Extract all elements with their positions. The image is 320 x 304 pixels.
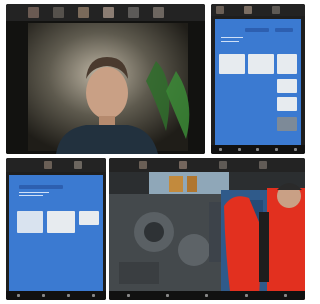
- webcam-video-panel: [6, 4, 205, 154]
- participant-thumbnail[interactable]: [219, 161, 227, 169]
- slide-card: [219, 54, 245, 74]
- participant-thumbnail[interactable]: [272, 6, 280, 14]
- webcam-video: [6, 21, 205, 154]
- participant-thumbnail[interactable]: [139, 161, 147, 169]
- participant-strip: [211, 4, 305, 16]
- participant-thumbnail[interactable]: [153, 7, 164, 18]
- slide-card: [277, 54, 297, 74]
- participant-thumbnail[interactable]: [244, 6, 252, 14]
- slide: [215, 19, 301, 147]
- slide-card: [248, 54, 274, 74]
- participant-thumbnail[interactable]: [74, 161, 82, 169]
- control-bar: [211, 145, 305, 154]
- slide-card: [277, 117, 297, 131]
- shared-slides-panel-top-right: [211, 4, 305, 154]
- participant-thumbnail[interactable]: [216, 6, 224, 14]
- participant-thumbnail[interactable]: [103, 7, 114, 18]
- control-bar: [109, 291, 305, 300]
- participant-strip: [109, 158, 305, 172]
- slide-card: [277, 79, 297, 93]
- participant-thumbnail[interactable]: [53, 7, 64, 18]
- participant-strip: [6, 4, 205, 21]
- slide-card: [47, 211, 75, 233]
- engine-video: [109, 172, 305, 300]
- participant-strip: [6, 158, 106, 172]
- participant-thumbnail[interactable]: [128, 7, 139, 18]
- slide-card: [79, 211, 99, 225]
- participant-thumbnail[interactable]: [44, 161, 52, 169]
- participant-thumbnail[interactable]: [28, 7, 39, 18]
- shared-slides-panel-bottom-left: [6, 158, 106, 300]
- participant-thumbnail[interactable]: [259, 161, 267, 169]
- slide-heading: [19, 185, 63, 189]
- participant-thumbnail[interactable]: [78, 7, 89, 18]
- participant-thumbnail[interactable]: [179, 161, 187, 169]
- control-bar: [6, 291, 106, 300]
- slide-heading: [245, 28, 269, 32]
- slide-card: [17, 211, 43, 233]
- slide-card: [277, 97, 297, 111]
- face: [86, 67, 128, 119]
- slide: [9, 175, 103, 293]
- slide-heading: [275, 28, 293, 32]
- worker-jacket: [224, 196, 260, 300]
- engine-video-panel: [109, 158, 305, 300]
